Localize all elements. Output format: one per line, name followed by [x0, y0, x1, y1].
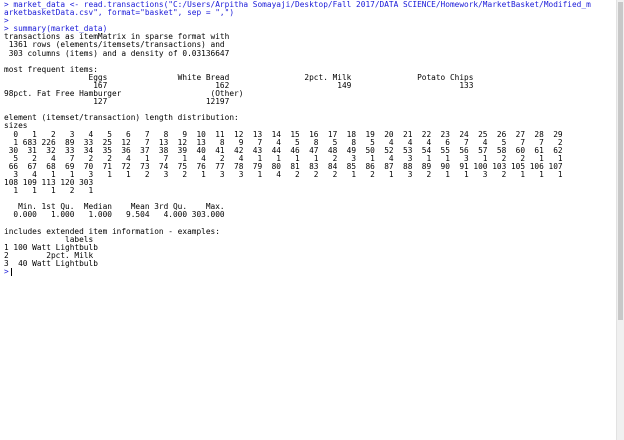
r-console[interactable]: > market_data <- read.transactions("C:/U… — [0, 0, 616, 440]
console-output-line: 66 67 68 69 70 71 72 73 74 75 76 77 78 7… — [4, 162, 563, 171]
console-output-line: Eggs White Bread 2pct. Milk Potato Chips — [4, 73, 474, 82]
console-command-line: > summary(market_data) — [4, 25, 108, 34]
vertical-scrollbar[interactable] — [616, 0, 624, 440]
console-output-line: 1 683 226 89 33 25 12 7 13 12 13 8 9 7 4… — [4, 138, 563, 147]
console-output-line: element (itemset/transaction) length dis… — [4, 114, 239, 123]
console-prompt: > — [4, 268, 9, 277]
console-command-line: > — [4, 17, 9, 26]
console-output-line: includes extended item information - exa… — [4, 227, 220, 236]
console-output-line: 127 12197 — [4, 98, 230, 107]
console-output-line: labels — [4, 235, 94, 244]
console-output-line: transactions as itemMatrix in sparse for… — [4, 33, 230, 42]
console-output-line: 5 2 4 7 2 2 4 1 7 1 4 2 4 1 1 1 1 2 3 1 … — [4, 154, 563, 163]
console-output-line: 0 1 2 3 4 5 6 7 8 9 10 11 12 13 14 15 16… — [4, 130, 563, 139]
console-output-line: 98pct. Fat Free Hamburger (Other) — [4, 90, 244, 99]
scrollbar-thumb[interactable] — [618, 2, 623, 320]
console-output-line: 167 162 149 133 — [4, 81, 474, 90]
console-output-line: 108 109 113 120 303 — [4, 179, 94, 188]
console-output-line: 30 31 32 33 34 35 36 37 38 39 40 41 42 4… — [4, 146, 563, 155]
console-command-line: > market_data <- read.transactions("C:/U… — [4, 1, 591, 9]
console-output-line: Min. 1st Qu. Median Mean 3rd Qu. Max. — [4, 203, 225, 212]
console-output-line: 0.000 1.000 1.000 9.504 4.000 303.000 — [4, 211, 225, 220]
console-output-line: 2 2pct. Milk — [4, 251, 94, 260]
console-output-line: 1 1 1 2 1 — [4, 187, 94, 196]
console-output: > market_data <- read.transactions("C:/U… — [4, 1, 616, 268]
console-output-line: 1361 rows (elements/itemsets/transaction… — [4, 41, 225, 50]
console-output-line: sizes — [4, 122, 28, 131]
console-output-line: 3 40 Watt Lightbulb — [4, 260, 98, 268]
console-output-line: 1 100 Watt Lightbulb — [4, 243, 98, 252]
text-cursor — [10, 268, 12, 277]
console-output-line: 3 4 1 1 3 1 1 2 3 2 1 3 3 1 4 2 2 2 1 2 … — [4, 170, 563, 179]
console-output-line: 303 columns (items) and a density of 0.0… — [4, 49, 230, 58]
console-input-line[interactable]: > — [4, 268, 616, 277]
console-command-line: arketbasketData.csv", format="basket", s… — [4, 9, 235, 18]
console-output-line: most frequent items: — [4, 65, 98, 74]
